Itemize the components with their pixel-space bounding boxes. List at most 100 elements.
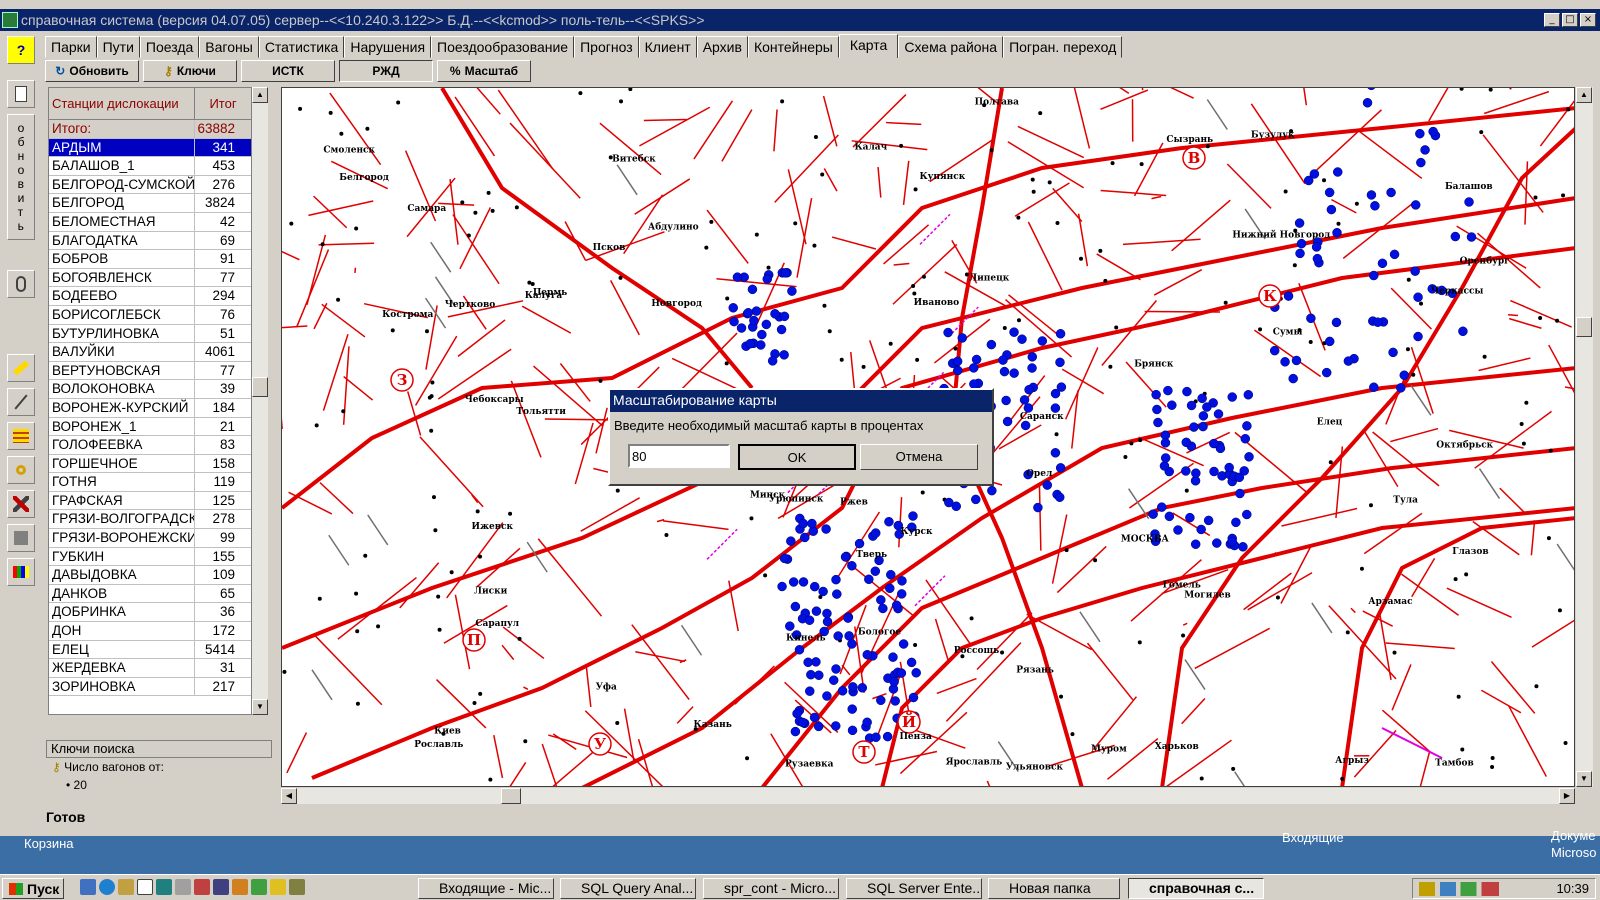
close-button[interactable]: ×: [1580, 13, 1596, 27]
station-row[interactable]: БАЛАШОВ_1 453: [49, 157, 251, 176]
station-row[interactable]: БОБРОВ 91: [49, 250, 251, 269]
station-row[interactable]: ВОЛОКОНОВКА 39: [49, 380, 251, 399]
refresh-button[interactable]: ↻ Обновить: [45, 60, 139, 82]
map-horizontal-scrollbar[interactable]: ◀ ▶: [281, 788, 1575, 804]
station-row[interactable]: БЕЛОМЕСТНАЯ 42: [49, 212, 251, 232]
cancel-button[interactable]: Отмена: [860, 444, 978, 470]
rzd-button[interactable]: РЖД: [339, 60, 433, 82]
app-icon[interactable]: [270, 879, 286, 895]
maximize-button[interactable]: □: [1562, 13, 1578, 27]
map-scroll-down-icon[interactable]: ▼: [1576, 771, 1592, 787]
tab-1[interactable]: Пути: [96, 36, 140, 58]
tab-9[interactable]: Архив: [696, 36, 748, 58]
map-hscroll-thumb[interactable]: [501, 788, 521, 804]
tab-3[interactable]: Вагоны: [199, 36, 259, 58]
istk-button[interactable]: ИСТК: [241, 60, 335, 82]
tab-11[interactable]: Карта: [838, 34, 899, 58]
start-button[interactable]: Пуск: [2, 878, 64, 899]
station-row[interactable]: ЗОРИНОВКА 217: [49, 677, 251, 697]
station-row[interactable]: ВЕРТУНОВСКАЯ 77: [49, 361, 251, 381]
station-row[interactable]: ВОРОНЕЖ-КУРСКИЙ 184: [49, 398, 251, 418]
station-row[interactable]: ГРАФСКАЯ 125: [49, 491, 251, 511]
app-icon[interactable]: [175, 879, 191, 895]
station-row[interactable]: БОДЕЕВО 294: [49, 287, 251, 306]
quicklaunch-icon[interactable]: [80, 879, 96, 895]
taskbar-task[interactable]: SQL Query Anal...: [560, 878, 696, 899]
station-row[interactable]: ГРЯЗИ-ВОЛГОГРАДСК 278: [49, 510, 251, 530]
tab-13[interactable]: Погран. переход: [1003, 36, 1123, 58]
ok-button[interactable]: OK: [738, 444, 856, 470]
app-icon[interactable]: [194, 879, 210, 895]
key-tool-button[interactable]: [7, 270, 35, 298]
taskbar-task[interactable]: Входящие - Mic...: [418, 878, 554, 899]
station-row[interactable]: БЕЛГОРОД 3824: [49, 194, 251, 213]
station-row[interactable]: ЕЛЕЦ 5414: [49, 640, 251, 660]
taskbar-task[interactable]: spr_cont - Micro...: [703, 878, 839, 899]
station-row[interactable]: ВАЛУЙКИ 4061: [49, 343, 251, 362]
station-row[interactable]: БОРИСОГЛЕБСК 76: [49, 305, 251, 325]
station-row[interactable]: ЖЕРДЕВКА 31: [49, 659, 251, 678]
column-header-total[interactable]: Итог: [195, 88, 251, 119]
tray-icons[interactable]: [1419, 882, 1499, 896]
desktop-inbox-label[interactable]: Входящие: [1282, 830, 1344, 845]
app-icon[interactable]: [289, 879, 305, 895]
station-row[interactable]: ДАНКОВ 65: [49, 584, 251, 604]
line-button[interactable]: [7, 388, 35, 416]
search-key-value-item[interactable]: • 20: [46, 776, 272, 794]
station-row[interactable]: ГУБКИН 155: [49, 547, 251, 567]
column-header-station[interactable]: Станции дислокации: [49, 88, 195, 119]
tab-0[interactable]: Парки: [45, 36, 97, 58]
taskbar-task[interactable]: SQL Server Ente...: [846, 878, 982, 899]
station-row[interactable]: ГОЛОФЕЕВКА 83: [49, 436, 251, 455]
station-row[interactable]: ГОРШЕЧНОЕ 158: [49, 454, 251, 474]
tab-10[interactable]: Контейнеры: [747, 36, 839, 58]
keys-button[interactable]: [7, 456, 35, 484]
map-scroll-up-icon[interactable]: ▲: [1576, 87, 1592, 103]
station-row[interactable]: ДОБРИНКА 36: [49, 603, 251, 623]
keys-toolbar-button[interactable]: ⚷ Ключи: [143, 60, 237, 82]
document-button[interactable]: [7, 80, 35, 108]
tab-5[interactable]: Нарушения: [344, 36, 432, 58]
help-button[interactable]: ?: [7, 36, 35, 64]
station-row[interactable]: БОГОЯВЛЕНСК 77: [49, 268, 251, 288]
desktop-trash-label[interactable]: Корзина: [24, 836, 74, 851]
scale-button[interactable]: % Масштаб: [437, 60, 531, 82]
desktop-ms-label[interactable]: Microso: [1551, 845, 1600, 860]
scroll-down-arrow-icon[interactable]: ▼: [252, 699, 268, 715]
tab-6[interactable]: Поездообразование: [431, 36, 575, 58]
search-key-item[interactable]: ⚷ Число вагонов от:: [46, 758, 272, 776]
ie-icon[interactable]: [99, 879, 115, 895]
layers-button[interactable]: [7, 422, 35, 450]
scroll-thumb[interactable]: [252, 377, 268, 397]
station-row[interactable]: БЛАГОДАТКА 69: [49, 231, 251, 251]
station-row[interactable]: БЕЛГОРОД-СУМСКОЙ 276: [49, 175, 251, 195]
map-scroll-thumb[interactable]: [1576, 317, 1592, 337]
station-row[interactable]: ГРЯЗИ-ВОРОНЕЖСКИ 99: [49, 529, 251, 548]
tab-4[interactable]: Статистика: [258, 36, 345, 58]
station-row[interactable]: БУТУРЛИНОВКА 51: [49, 324, 251, 344]
desktop-docs-label[interactable]: Докуме: [1551, 828, 1600, 843]
scale-input[interactable]: 80: [628, 444, 730, 468]
tab-12[interactable]: Схема района: [898, 36, 1004, 58]
tab-8[interactable]: Клиент: [638, 36, 697, 58]
tab-7[interactable]: Прогноз: [574, 36, 639, 58]
station-row[interactable]: ДОН 172: [49, 622, 251, 641]
station-row[interactable]: ВОРОНЕЖ_1 21: [49, 417, 251, 437]
msn-icon[interactable]: [213, 879, 229, 895]
taskbar-task[interactable]: справочная с...: [1128, 878, 1264, 899]
refresh-vertical-button[interactable]: обновить: [7, 114, 35, 240]
palette-button[interactable]: [7, 558, 35, 586]
station-row[interactable]: АРДЫМ 341: [49, 138, 251, 158]
stations-scrollbar[interactable]: ▲ ▼: [252, 87, 268, 715]
tab-2[interactable]: Поезда: [139, 36, 200, 58]
app-icon[interactable]: [251, 879, 267, 895]
outlook-icon[interactable]: [118, 879, 134, 895]
pencil-button[interactable]: [7, 354, 35, 382]
app-icon[interactable]: [156, 879, 172, 895]
station-row[interactable]: ДАВЫДОВКА 109: [49, 566, 251, 585]
map-scroll-left-icon[interactable]: ◀: [281, 788, 297, 804]
station-row[interactable]: ГОТНЯ 119: [49, 473, 251, 492]
map-tool-button[interactable]: [7, 524, 35, 552]
minimize-button[interactable]: _: [1544, 13, 1560, 27]
calendar-icon[interactable]: [137, 879, 153, 895]
